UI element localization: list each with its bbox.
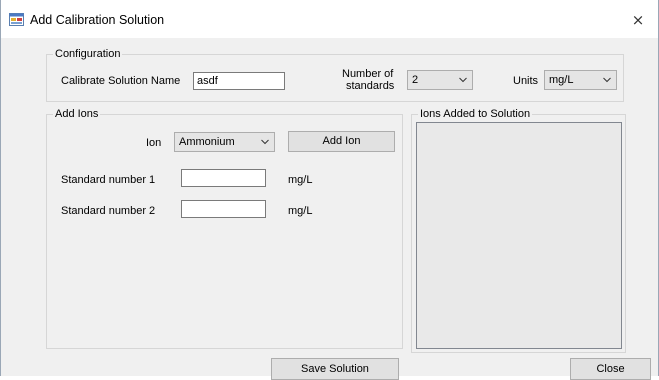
- solution-name-input[interactable]: [193, 72, 285, 90]
- chevron-down-icon: [459, 77, 467, 83]
- add-ions-legend: Add Ions: [55, 108, 99, 120]
- close-icon[interactable]: ×: [626, 9, 650, 31]
- chevron-down-icon: [261, 139, 269, 145]
- title-bar: Add Calibration Solution ×: [1, 0, 658, 38]
- num-standards-label-line2: standards: [346, 80, 395, 92]
- add-ion-button[interactable]: Add Ion: [288, 131, 395, 152]
- chevron-down-icon: [603, 77, 611, 83]
- standard-1-unit: mg/L: [288, 174, 313, 186]
- app-form-icon: [9, 13, 24, 26]
- ions-added-legend: Ions Added to Solution: [420, 108, 531, 120]
- ions-added-listbox[interactable]: [416, 122, 622, 349]
- units-label: Units: [513, 75, 539, 87]
- num-standards-label-line1: Number of: [342, 68, 394, 80]
- standard-1-input[interactable]: [181, 169, 266, 187]
- num-standards-select[interactable]: 2: [407, 70, 473, 90]
- units-value: mg/L: [549, 74, 574, 86]
- save-solution-button[interactable]: Save Solution: [271, 358, 399, 380]
- ion-select[interactable]: Ammonium: [174, 132, 275, 152]
- ion-value: Ammonium: [179, 136, 235, 148]
- ion-label: Ion: [146, 137, 162, 149]
- configuration-legend: Configuration: [55, 48, 121, 60]
- num-standards-value: 2: [412, 74, 419, 86]
- standard-2-label: Standard number 2: [61, 205, 156, 217]
- standard-2-input[interactable]: [181, 200, 266, 218]
- solution-name-label: Calibrate Solution Name: [61, 75, 181, 87]
- standard-2-unit: mg/L: [288, 205, 313, 217]
- close-button[interactable]: Close: [570, 358, 651, 380]
- dialog-window: Add Calibration Solution × Configuration…: [0, 0, 659, 380]
- window-title: Add Calibration Solution: [30, 13, 165, 27]
- standard-1-label: Standard number 1: [61, 174, 156, 186]
- units-select[interactable]: mg/L: [544, 70, 617, 90]
